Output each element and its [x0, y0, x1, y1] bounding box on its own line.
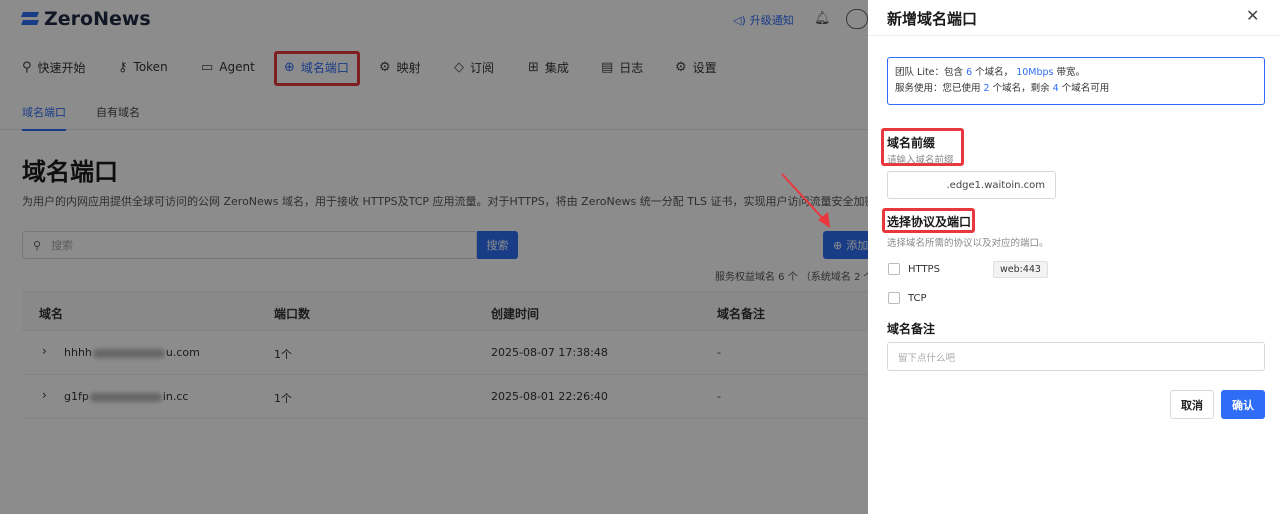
https-option[interactable]: HTTPS: [888, 263, 940, 275]
info-text: 服务使用：您已使用: [895, 83, 981, 94]
info-text: 带宽。: [1056, 67, 1086, 78]
confirm-button[interactable]: 确认: [1221, 390, 1265, 419]
remark-input[interactable]: 留下点什么吧: [887, 342, 1265, 371]
tcp-checkbox[interactable]: [888, 292, 900, 304]
annotation-arrow: [781, 173, 830, 228]
domain-suffix: .edge1.waitoin.com: [946, 179, 1046, 191]
divider: [868, 35, 1280, 36]
used-count: 2: [983, 83, 990, 94]
prefix-hint: 请输入域名前缀: [887, 155, 954, 166]
https-checkbox[interactable]: [888, 263, 900, 275]
protocol-label: 选择协议及端口: [887, 215, 972, 229]
modal-overlay[interactable]: [0, 0, 868, 514]
info-text: 个域名可用: [1061, 83, 1110, 94]
info-text: 团队 Lite：包含: [895, 67, 964, 78]
bandwidth-value: 10Mbps: [1016, 67, 1054, 78]
tcp-label: TCP: [908, 292, 927, 304]
close-icon[interactable]: ✕: [1246, 6, 1259, 25]
remark-label: 域名备注: [887, 322, 936, 336]
info-text: 个域名，剩余: [992, 83, 1050, 94]
prefix-label: 域名前缀: [887, 136, 936, 150]
plan-info-line-2: 服务使用：您已使用 2 个域名，剩余 4 个域名可用: [895, 81, 1257, 97]
plan-info-line-1: 团队 Lite：包含 6 个域名， 10Mbps 带宽。: [895, 65, 1257, 81]
domain-prefix-input[interactable]: .edge1.waitoin.com: [887, 171, 1056, 199]
tcp-option[interactable]: TCP: [888, 292, 927, 304]
plan-info-box: 团队 Lite：包含 6 个域名， 10Mbps 带宽。 服务使用：您已使用 2…: [887, 57, 1265, 105]
cancel-button[interactable]: 取消: [1170, 390, 1214, 419]
drawer-title: 新增域名端口: [887, 10, 978, 28]
protocol-hint: 选择域名所需的协议以及对应的端口。: [887, 238, 1049, 249]
domain-count: 6: [966, 67, 973, 78]
add-domain-drawer: 新增域名端口 ✕ 团队 Lite：包含 6 个域名， 10Mbps 带宽。 服务…: [868, 0, 1280, 514]
https-label: HTTPS: [908, 263, 940, 275]
remark-placeholder: 留下点什么吧: [898, 352, 956, 364]
port-tag[interactable]: web:443: [993, 261, 1048, 278]
info-text: 个域名，: [975, 67, 1014, 78]
remaining-count: 4: [1052, 83, 1059, 94]
